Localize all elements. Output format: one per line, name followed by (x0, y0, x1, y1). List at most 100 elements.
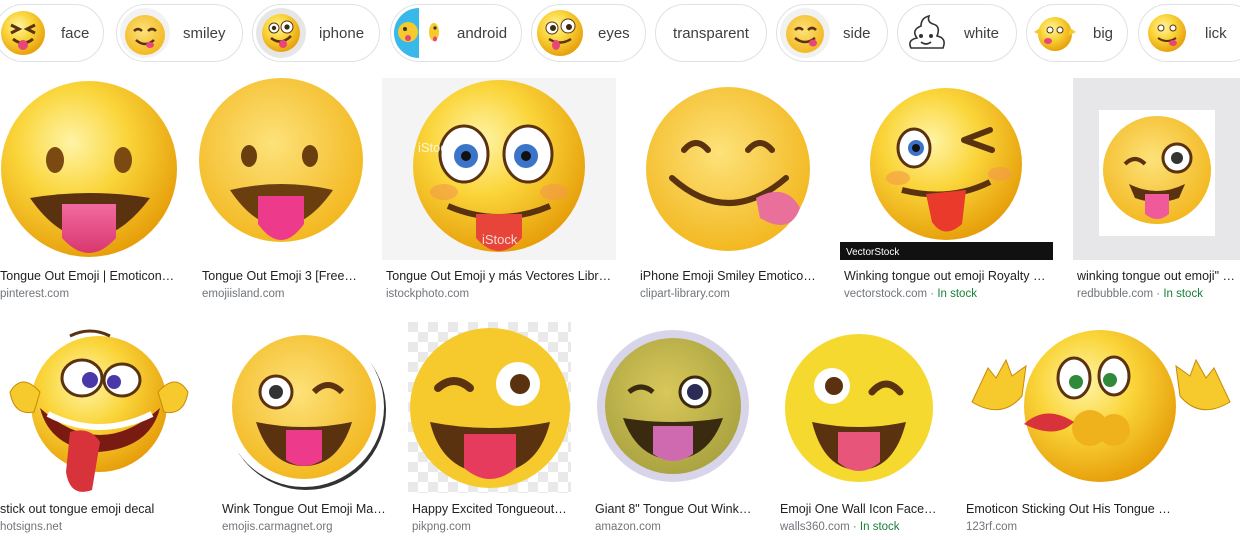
chip-big[interactable]: big (1026, 4, 1128, 62)
result-thumbnail[interactable] (1073, 78, 1240, 260)
chip-transparent[interactable]: transparent (655, 4, 767, 62)
image-result[interactable]: winking tongue out emoji" … redbubble.co… (1073, 78, 1240, 303)
wink-tongue-emoji-icon (224, 327, 386, 490)
result-title[interactable]: stick out tongue emoji decal (0, 502, 198, 516)
chip-lick[interactable]: lick (1138, 4, 1240, 62)
chip-white[interactable]: white (897, 4, 1017, 62)
image-result[interactable]: Tongue Out Emoji | Emoticon… pinterest.c… (0, 78, 178, 303)
chip-label: white (964, 24, 1000, 42)
result-title[interactable]: Wink Tongue Out Emoji Ma… (218, 502, 388, 516)
result-thumbnail[interactable] (591, 322, 756, 493)
result-source[interactable]: 123rf.com (962, 521, 1017, 533)
giant-wink-emoji-icon (597, 330, 749, 482)
result-thumbnail[interactable]: iStock iStock (382, 78, 616, 260)
emoticon-sticking-tongue-icon (971, 330, 1231, 482)
chip-iphone[interactable]: iphone (252, 4, 380, 62)
source-domain: pinterest.com (0, 288, 70, 300)
meta-separator: · (849, 521, 860, 533)
meta-separator: · (1153, 288, 1164, 300)
result-source[interactable]: redbubble.com · In stock (1073, 288, 1203, 300)
result-source[interactable]: vectorstock.com · In stock (840, 288, 977, 300)
result-thumbnail[interactable] (636, 78, 820, 260)
emoji-thumbnail-icon (537, 10, 583, 56)
image-result[interactable]: iPhone Emoji Smiley Emotico… clipart-lib… (636, 78, 820, 303)
in-stock-badge: In stock (859, 521, 900, 533)
result-title[interactable]: Tongue Out Emoji y más Vectores Libr… (382, 269, 616, 283)
chip-label: transparent (673, 24, 749, 42)
chip-label: big (1093, 24, 1114, 42)
result-source[interactable]: pikpng.com (408, 521, 471, 533)
related-searches-chip-row: face smiley iphone android eyes transpar… (0, 4, 1240, 62)
result-title[interactable]: Emoticon Sticking Out His Tongue … (962, 502, 1182, 516)
result-thumbnail[interactable] (0, 78, 178, 260)
chip-face[interactable]: face (0, 4, 104, 62)
result-thumbnail[interactable]: VectorStock (840, 78, 1053, 260)
result-title[interactable]: Winking tongue out emoji Royalty … (840, 269, 1053, 283)
result-source[interactable]: amazon.com (591, 521, 661, 533)
meta-separator: · (927, 288, 938, 300)
result-thumbnail[interactable] (408, 322, 571, 493)
result-thumbnail[interactable] (198, 78, 364, 260)
result-source[interactable]: istockphoto.com (382, 288, 469, 300)
source-domain: vectorstock.com (844, 288, 928, 300)
result-source[interactable]: walls360.com · In stock (776, 521, 900, 533)
image-result[interactable]: Wink Tongue Out Emoji Ma… emojis.carmagn… (218, 322, 388, 538)
image-result[interactable]: Emoji One Wall Icon Face… walls360.com ·… (776, 322, 942, 538)
result-thumbnail[interactable] (776, 322, 942, 493)
chip-label: android (457, 24, 508, 42)
source-domain: walls360.com (780, 521, 850, 533)
stick-out-tongue-emoji-icon (9, 329, 189, 492)
image-result[interactable]: iStock iStock Tongue Out Emoji y más Vec… (382, 78, 616, 303)
source-domain: emojis.carmagnet.org (222, 521, 333, 533)
chip-side[interactable]: side (776, 4, 888, 62)
chip-label: face (61, 24, 90, 42)
in-stock-badge: In stock (1163, 288, 1203, 300)
result-source[interactable]: clipart-library.com (636, 288, 730, 300)
image-result[interactable]: Emoticon Sticking Out His Tongue … 123rf… (962, 322, 1240, 538)
result-title[interactable]: iPhone Emoji Smiley Emotico… (636, 269, 820, 283)
image-result[interactable]: Giant 8" Tongue Out Wink… amazon.com (591, 322, 756, 538)
result-title[interactable]: Emoji One Wall Icon Face… (776, 502, 942, 516)
emoji-thumbnail-icon (1142, 8, 1192, 58)
source-domain: clipart-library.com (640, 288, 730, 300)
result-thumbnail[interactable] (0, 322, 198, 493)
result-title[interactable]: winking tongue out emoji" … (1073, 269, 1240, 283)
tongue-out-emoji-icon (199, 78, 363, 242)
chip-label: side (843, 24, 871, 42)
image-result[interactable]: Tongue Out Emoji 3 [Free… emojiisland.co… (198, 78, 364, 303)
emoji-thumbnail-icon (256, 8, 306, 58)
result-source[interactable]: hotsigns.net (0, 521, 62, 533)
result-title[interactable]: Giant 8" Tongue Out Wink… (591, 502, 756, 516)
winking-tongue-emoji-icon: VectorStock (840, 88, 1053, 260)
image-result[interactable]: stick out tongue emoji decal hotsigns.ne… (0, 322, 198, 538)
watermark-text: iStock (482, 232, 518, 247)
smiley-tongue-emoji-icon (646, 87, 810, 251)
source-domain: 123rf.com (966, 521, 1018, 533)
emoji-thumbnail-icon (1030, 8, 1080, 58)
result-source[interactable]: pinterest.com (0, 288, 69, 300)
in-stock-badge: In stock (937, 288, 977, 300)
emoji-thumbnail-icon (120, 8, 170, 58)
tongue-out-emoji-icon (1, 81, 177, 257)
result-title[interactable]: Tongue Out Emoji | Emoticon… (0, 269, 178, 283)
winking-tongue-emoji-icon (1099, 110, 1215, 236)
vectorstock-label: VectorStock (846, 247, 900, 258)
source-domain: hotsigns.net (0, 521, 63, 533)
chip-label: eyes (598, 24, 630, 42)
source-domain: emojiisland.com (202, 288, 285, 300)
result-thumbnail[interactable] (962, 322, 1240, 493)
result-source[interactable]: emojis.carmagnet.org (218, 521, 333, 533)
chip-label: smiley (183, 24, 226, 42)
emoji-one-wink-icon (785, 334, 933, 482)
result-title[interactable]: Happy Excited Tongueout… (408, 502, 571, 516)
chip-eyes[interactable]: eyes (531, 4, 646, 62)
emoji-thumbnail-icon (394, 8, 444, 58)
chip-smiley[interactable]: smiley (116, 4, 243, 62)
image-result[interactable]: Happy Excited Tongueout… pikpng.com (408, 322, 571, 538)
happy-excited-tongueout-emoji-icon (408, 322, 571, 493)
chip-android[interactable]: android (390, 4, 522, 62)
result-title[interactable]: Tongue Out Emoji 3 [Free… (198, 269, 364, 283)
image-result[interactable]: VectorStock Winking tongue out emoji Roy… (840, 78, 1053, 303)
result-thumbnail[interactable] (218, 322, 388, 493)
result-source[interactable]: emojiisland.com (198, 288, 284, 300)
